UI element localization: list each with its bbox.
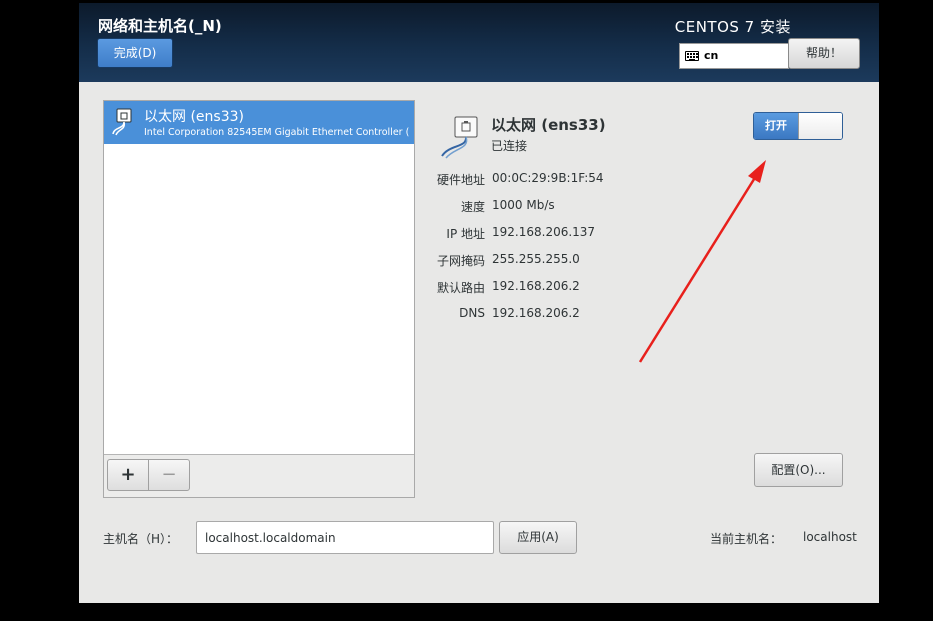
ethernet-icon <box>112 108 132 136</box>
ip-address-label: IP 地址 <box>446 227 485 241</box>
keyboard-layout-label: cn <box>704 49 719 62</box>
device-title: 以太网 (ens33) <box>491 116 606 134</box>
subnet-mask-value: 255.255.255.0 <box>492 252 580 266</box>
device-description: Intel Corporation 82545EM Gigabit Ethern… <box>144 127 410 138</box>
network-device-list: 以太网 (ens33) Intel Corporation 82545EM Gi… <box>103 100 415 498</box>
current-hostname-label: 当前主机名： <box>710 532 783 546</box>
speed-label: 速度 <box>460 200 485 214</box>
default-route-label: 默认路由 <box>436 281 485 295</box>
add-device-button[interactable]: + <box>107 459 149 491</box>
done-button[interactable]: 完成(D) <box>97 38 173 68</box>
dns-label: DNS <box>459 306 485 320</box>
connection-toggle[interactable]: 打开 <box>753 112 843 140</box>
dns-value: 192.168.206.2 <box>492 306 580 320</box>
apply-button[interactable]: 应用(A) <box>499 521 577 554</box>
list-item-ens33[interactable]: 以太网 (ens33) Intel Corporation 82545EM Gi… <box>104 101 414 144</box>
keyboard-icon <box>685 51 699 61</box>
toggle-knob[interactable] <box>798 113 842 139</box>
hardware-address-value: 00:0C:29:9B:1F:54 <box>492 171 604 185</box>
toggle-on-label: 打开 <box>754 113 798 139</box>
hardware-address-label: 硬件地址 <box>436 173 485 187</box>
default-route-value: 192.168.206.2 <box>492 279 580 293</box>
product-title: CENTOS 7 安装 <box>674 18 791 36</box>
speed-value: 1000 Mb/s <box>492 198 555 212</box>
device-name: 以太网 (ens33) <box>144 109 244 125</box>
help-button[interactable]: 帮助！ <box>788 38 860 69</box>
hostname-input[interactable] <box>196 521 494 554</box>
hostname-label: 主机名（H）： <box>103 532 179 546</box>
ethernet-icon <box>441 116 478 159</box>
configure-button[interactable]: 配置(O)... <box>754 453 843 487</box>
subnet-mask-label: 子网掩码 <box>436 254 485 268</box>
network-hostname-window: 网络和主机名(_N) 完成(D) CENTOS 7 安装 cn 帮助！ 以太网 … <box>79 3 879 603</box>
remove-device-button[interactable]: − <box>148 459 190 491</box>
keyboard-layout-indicator[interactable]: cn <box>679 43 789 69</box>
list-toolbar: + − <box>104 454 414 497</box>
connection-status: 已连接 <box>491 139 528 153</box>
ip-address-value: 192.168.206.137 <box>492 225 596 239</box>
current-hostname-value: localhost <box>803 530 857 544</box>
page-title: 网络和主机名(_N) <box>98 17 222 35</box>
header-bar: 网络和主机名(_N) 完成(D) CENTOS 7 安装 cn 帮助！ <box>79 3 879 82</box>
